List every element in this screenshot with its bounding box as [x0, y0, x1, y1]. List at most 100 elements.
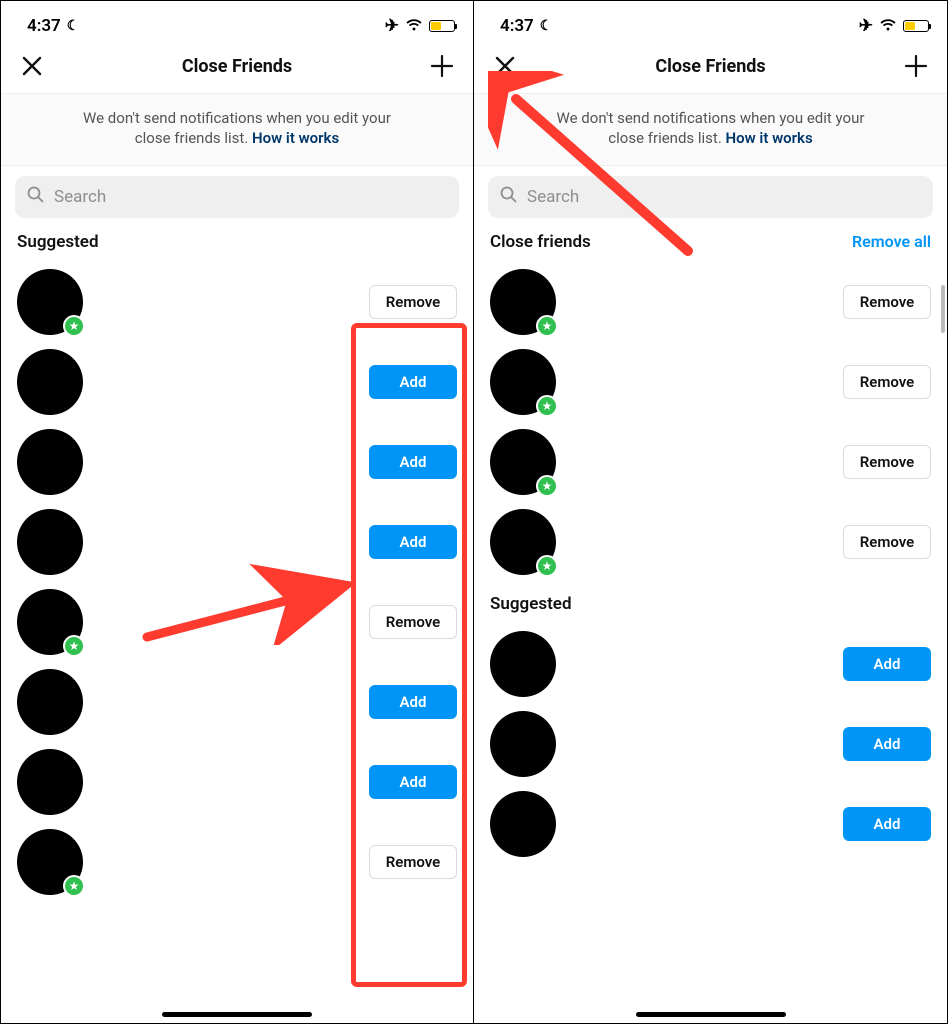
list-item: ★ Remove [1, 262, 473, 342]
avatar[interactable]: ★ [17, 269, 83, 335]
close-friends-list: ★ Remove ★ Remove ★ Remove ★ Remove [474, 262, 947, 582]
avatar[interactable] [17, 669, 83, 735]
info-text-b: close friends list. [135, 129, 248, 147]
avatar[interactable]: ★ [17, 829, 83, 895]
close-friend-star-icon: ★ [536, 315, 558, 337]
header: Close Friends [1, 45, 473, 94]
search-icon [27, 186, 44, 208]
status-time: 4:37 [500, 16, 534, 36]
remove-button[interactable]: Remove [843, 445, 931, 479]
remove-button[interactable]: Remove [843, 285, 931, 319]
close-friend-star-icon: ★ [536, 395, 558, 417]
list-item: ★ Remove [1, 582, 473, 662]
status-bar: 4:37 ☾ ✈︎ [474, 1, 947, 45]
battery-icon [903, 20, 929, 32]
airplane-mode-icon: ✈︎ [859, 16, 873, 36]
status-bar: 4:37 ☾ ✈︎ [1, 1, 473, 45]
close-friend-star-icon: ★ [63, 635, 85, 657]
remove-button[interactable]: Remove [843, 525, 931, 559]
info-text-a: We don't send notifications when you edi… [557, 109, 865, 127]
add-button[interactable]: Add [369, 525, 457, 559]
remove-button[interactable]: Remove [369, 845, 457, 879]
add-button[interactable]: Add [369, 365, 457, 399]
remove-button[interactable]: Remove [369, 605, 457, 639]
suggested-list: Add Add Add [474, 624, 947, 864]
battery-icon [429, 20, 455, 32]
close-icon[interactable] [17, 51, 47, 81]
avatar[interactable] [17, 509, 83, 575]
do-not-disturb-icon: ☾ [540, 18, 553, 34]
list-item: Add [1, 342, 473, 422]
remove-all-link[interactable]: Remove all [852, 232, 931, 251]
how-it-works-link[interactable]: How it works [726, 129, 813, 147]
avatar[interactable] [17, 429, 83, 495]
search-placeholder: Search [527, 187, 579, 207]
info-text-a: We don't send notifications when you edi… [83, 109, 391, 127]
list-item: ★ Remove [474, 422, 947, 502]
list-item: ★ Remove [1, 822, 473, 902]
home-indicator [636, 1012, 786, 1017]
close-friend-star-icon: ★ [536, 555, 558, 577]
list-item: Add [1, 422, 473, 502]
header: Close Friends [474, 45, 947, 94]
section-title: Suggested [490, 594, 572, 614]
section-title: Suggested [17, 232, 99, 252]
page-title: Close Friends [182, 56, 292, 77]
airplane-mode-icon: ✈︎ [385, 16, 399, 36]
add-button[interactable]: Add [369, 765, 457, 799]
status-time: 4:37 [27, 16, 61, 36]
close-friend-star-icon: ★ [536, 475, 558, 497]
avatar[interactable]: ★ [490, 269, 556, 335]
add-button[interactable]: Add [843, 727, 931, 761]
search-icon [500, 186, 517, 208]
search-input[interactable]: Search [488, 176, 933, 218]
add-button[interactable]: Add [843, 647, 931, 681]
close-friend-star-icon: ★ [63, 875, 85, 897]
list-item: ★ Remove [474, 342, 947, 422]
add-button[interactable]: Add [843, 807, 931, 841]
home-indicator [162, 1012, 312, 1017]
avatar[interactable] [17, 749, 83, 815]
list-item: Add [1, 502, 473, 582]
avatar[interactable]: ★ [490, 349, 556, 415]
how-it-works-link[interactable]: How it works [252, 129, 339, 147]
do-not-disturb-icon: ☾ [67, 18, 80, 34]
avatar[interactable] [490, 791, 556, 857]
suggested-list: ★ Remove Add Add Add ★ Remove Add Add ★ Remove [1, 262, 473, 902]
avatar[interactable]: ★ [490, 429, 556, 495]
add-button[interactable]: Add [369, 685, 457, 719]
list-item: Add [474, 624, 947, 704]
list-item: Add [474, 784, 947, 864]
avatar[interactable]: ★ [17, 589, 83, 655]
section-header-suggested: Suggested [474, 582, 947, 624]
list-item: Add [1, 662, 473, 742]
section-header-close-friends: Close friends Remove all [474, 228, 947, 262]
search-placeholder: Search [54, 187, 106, 207]
close-icon[interactable] [490, 51, 520, 81]
info-text-b: close friends list. [608, 129, 721, 147]
add-icon[interactable] [427, 51, 457, 81]
wifi-icon [405, 16, 423, 36]
page-title: Close Friends [655, 56, 765, 77]
search-input[interactable]: Search [15, 176, 459, 218]
avatar[interactable]: ★ [490, 509, 556, 575]
close-friend-star-icon: ★ [63, 315, 85, 337]
list-item: Add [474, 704, 947, 784]
list-item: ★ Remove [474, 502, 947, 582]
screen-right: 4:37 ☾ ✈︎ Close Friends We don't send no… [474, 1, 947, 1023]
avatar[interactable] [490, 711, 556, 777]
avatar[interactable] [17, 349, 83, 415]
avatar[interactable] [490, 631, 556, 697]
scrollbar[interactable] [941, 285, 945, 333]
remove-button[interactable]: Remove [843, 365, 931, 399]
remove-button[interactable]: Remove [369, 285, 457, 319]
add-icon[interactable] [901, 51, 931, 81]
info-strip: We don't send notifications when you edi… [1, 94, 473, 166]
wifi-icon [879, 16, 897, 36]
section-title: Close friends [490, 232, 591, 252]
section-header-suggested: Suggested [1, 228, 473, 262]
add-button[interactable]: Add [369, 445, 457, 479]
list-item: Add [1, 742, 473, 822]
list-item: ★ Remove [474, 262, 947, 342]
screen-left: 4:37 ☾ ✈︎ Close Friends We don't send no… [1, 1, 474, 1023]
